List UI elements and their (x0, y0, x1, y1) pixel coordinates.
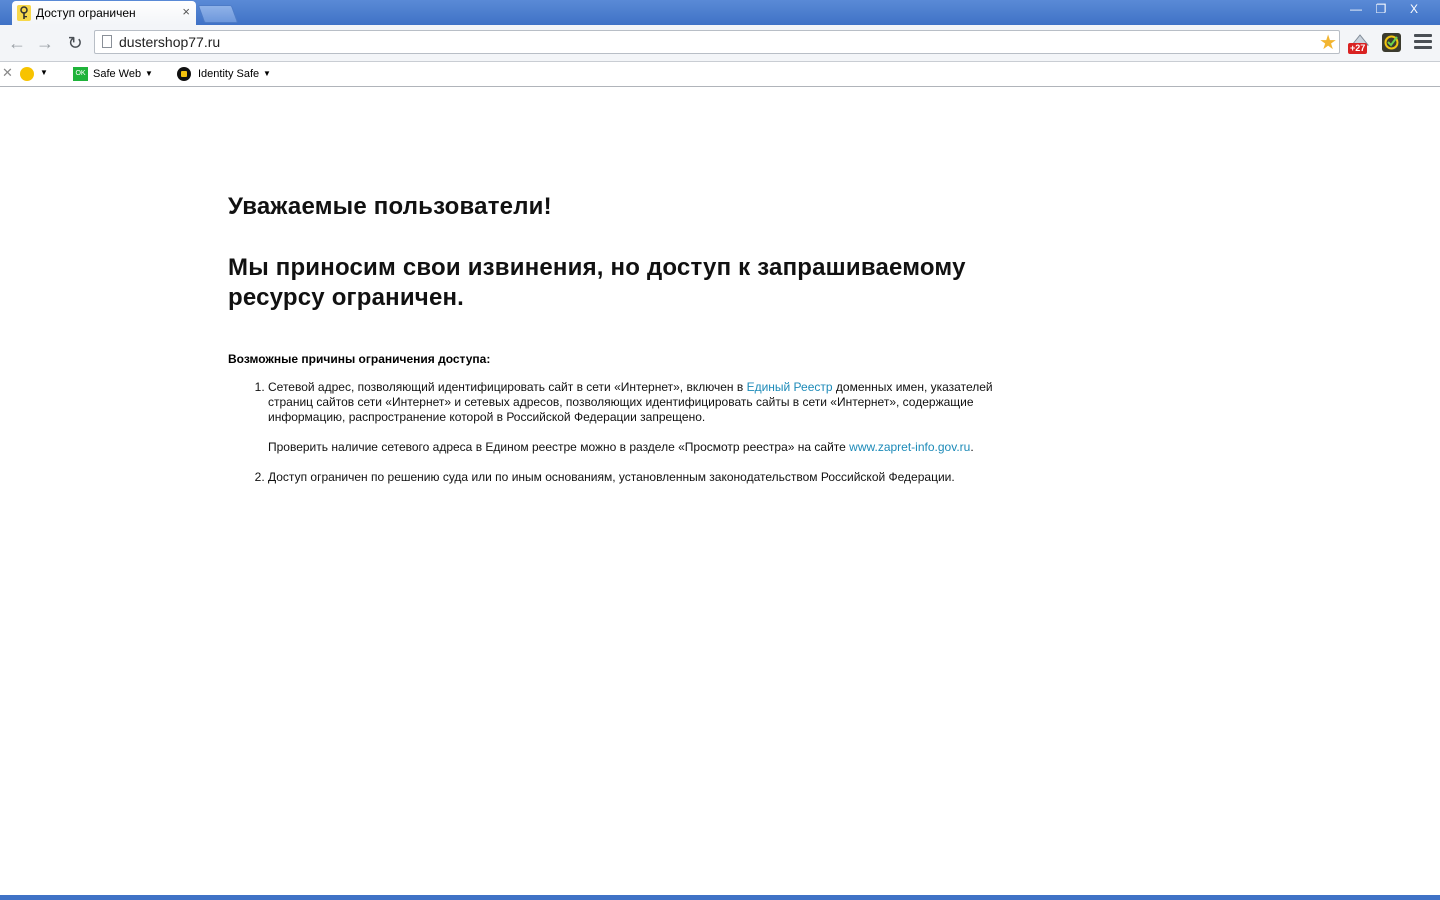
menu-icon[interactable] (1414, 34, 1432, 50)
page-icon (102, 35, 112, 48)
page-greeting: Уважаемые пользователи! (228, 193, 552, 220)
check-registry-text: Проверить наличие сетевого адреса в Един… (268, 440, 1018, 455)
tab-close-icon[interactable]: × (182, 4, 190, 19)
zapret-info-link[interactable]: www.zapret-info.gov.ru (849, 440, 970, 454)
norton-toolbar: ✕ ▼ OK Safe Web ▼ Identity Safe ▼ (0, 62, 1440, 87)
window-bottom-border (0, 895, 1440, 900)
reload-button[interactable]: ↻ (64, 32, 86, 54)
maximize-button[interactable]: ❐ (1369, 0, 1393, 18)
check-text-before: Проверить наличие сетевого адреса в Един… (268, 440, 850, 454)
safe-web-button[interactable]: Safe Web (93, 68, 141, 80)
list-item: Сетевой адрес, позволяющий идентифициров… (268, 380, 1018, 455)
url-text[interactable]: dustershop77.ru (119, 34, 220, 50)
norton-logo-icon[interactable] (20, 67, 34, 81)
checkmark-icon (1384, 35, 1399, 50)
bookmark-star-icon[interactable]: ★ (1319, 30, 1337, 55)
safe-web-icon: OK (73, 67, 88, 81)
notification-count-badge: +27 (1348, 43, 1368, 54)
new-tab-button[interactable] (197, 5, 239, 23)
extension-notifications-button[interactable]: +27 (1348, 33, 1372, 55)
identity-safe-button[interactable]: Identity Safe (198, 68, 259, 80)
forward-button[interactable]: → (34, 32, 56, 54)
key-favicon-icon (17, 5, 31, 21)
chevron-down-icon[interactable]: ▼ (263, 69, 271, 78)
reason-text: Сетевой адрес, позволяющий идентифициров… (268, 380, 1018, 425)
norton-extension-button[interactable] (1382, 33, 1401, 52)
reasons-list: Сетевой адрес, позволяющий идентифициров… (228, 380, 1018, 500)
page-title: Мы приносим свои извинения, но доступ к … (228, 254, 966, 311)
chevron-down-icon[interactable]: ▼ (145, 69, 153, 78)
registry-link[interactable]: Единый Реестр (747, 380, 833, 394)
back-button[interactable]: ← (6, 32, 28, 54)
close-window-button[interactable]: X (1394, 0, 1434, 18)
tab-title: Доступ ограничен (36, 6, 136, 20)
close-icon[interactable]: ✕ (2, 65, 13, 81)
chevron-down-icon[interactable]: ▼ (40, 68, 48, 77)
reason-text: Доступ ограничен по решению суда или по … (268, 470, 955, 484)
page-content: Уважаемые пользователи! Мы приносим свои… (0, 87, 1440, 895)
browser-toolbar: ← → ↻ dustershop77.ru ★ +27 (0, 25, 1440, 62)
identity-safe-icon (177, 67, 191, 81)
reason-text-before: Сетевой адрес, позволяющий идентифициров… (268, 380, 747, 394)
title-bar: Доступ ограничен × — ❐ X (0, 0, 1440, 25)
address-bar[interactable]: dustershop77.ru ★ (94, 30, 1340, 54)
list-item: Доступ ограничен по решению суда или по … (268, 470, 1018, 485)
reasons-heading: Возможные причины ограничения доступа: (228, 352, 491, 366)
minimize-button[interactable]: — (1344, 0, 1368, 18)
check-text-after: . (970, 440, 974, 454)
tab-active[interactable]: Доступ ограничен × (12, 1, 196, 25)
